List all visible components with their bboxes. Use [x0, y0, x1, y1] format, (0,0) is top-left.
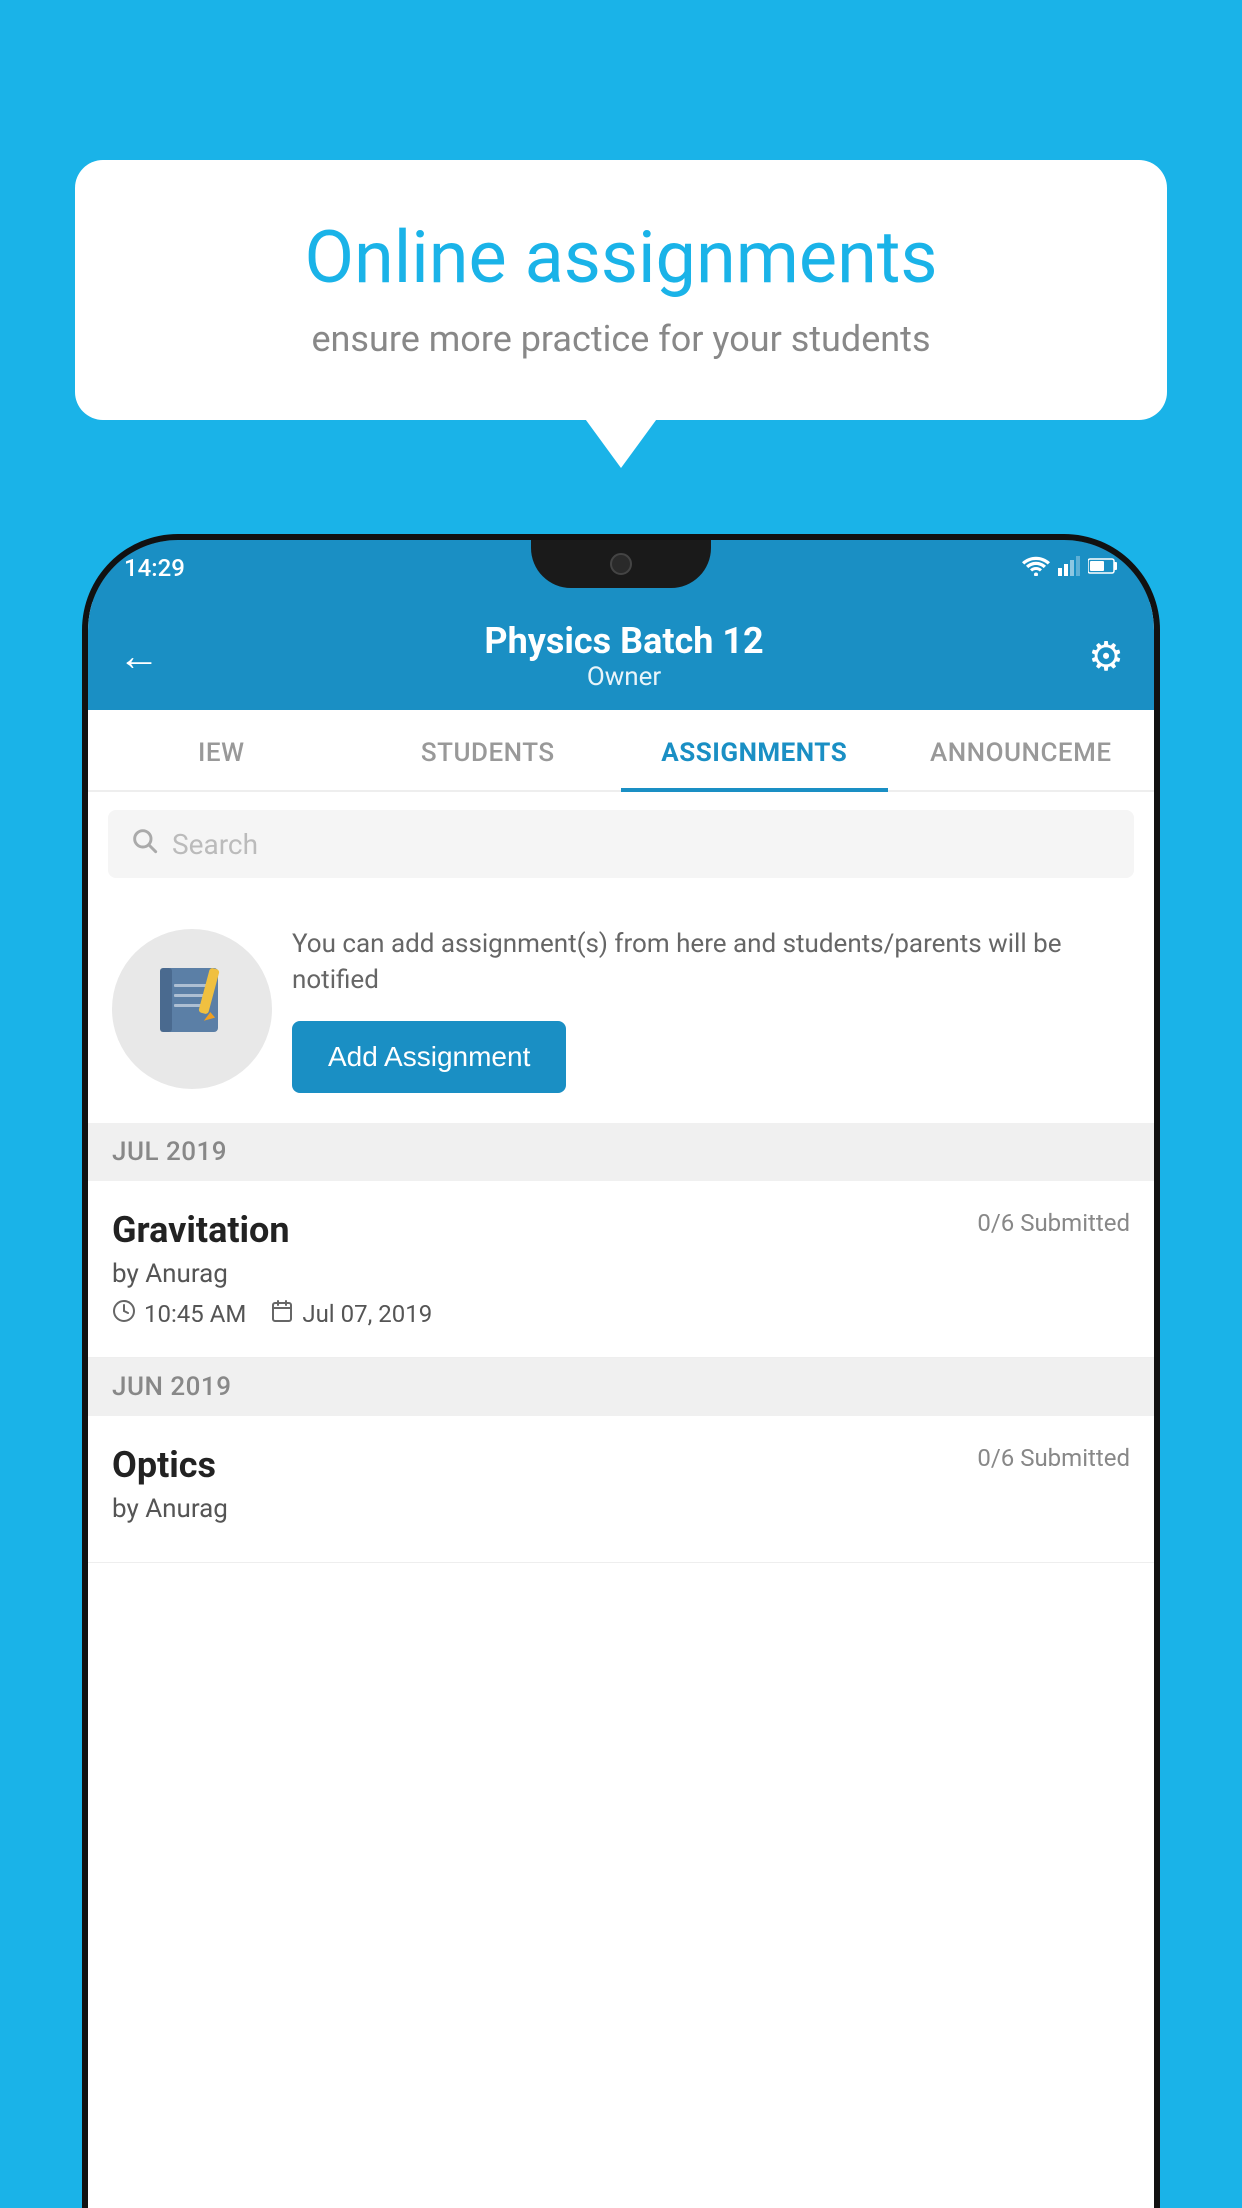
assignment-top: Gravitation 0/6 Submitted	[112, 1209, 1130, 1251]
status-bar: 14:29	[88, 540, 1154, 602]
app-screen: ← Physics Batch 12 Owner ⚙ IEW STUDENTS …	[88, 602, 1154, 2208]
assignment-by-optics: by Anurag	[112, 1494, 1130, 1524]
header-title: Physics Batch 12	[484, 620, 763, 662]
search-container: Search	[88, 792, 1154, 896]
phone-frame: 14:29	[88, 540, 1154, 2208]
tab-bar: IEW STUDENTS ASSIGNMENTS ANNOUNCEME	[88, 710, 1154, 792]
promo-card: You can add assignment(s) from here and …	[88, 896, 1154, 1123]
calendar-icon	[270, 1299, 294, 1329]
tab-students[interactable]: STUDENTS	[355, 710, 622, 790]
add-assignment-button[interactable]: Add Assignment	[292, 1021, 566, 1093]
assignment-submitted-optics: 0/6 Submitted	[977, 1444, 1130, 1472]
assignment-by: by Anurag	[112, 1259, 1130, 1289]
section-header-jul: JUL 2019	[88, 1123, 1154, 1181]
header-subtitle: Owner	[484, 662, 763, 692]
tab-announcements[interactable]: ANNOUNCEME	[888, 710, 1155, 790]
search-bar[interactable]: Search	[108, 810, 1134, 878]
date-value: Jul 07, 2019	[302, 1300, 432, 1328]
signal-icon	[1058, 556, 1080, 576]
assignment-name-optics: Optics	[112, 1444, 216, 1486]
app-header: ← Physics Batch 12 Owner ⚙	[88, 602, 1154, 710]
clock-icon	[112, 1299, 136, 1329]
battery-icon	[1088, 557, 1118, 575]
back-button[interactable]: ←	[118, 632, 160, 681]
search-placeholder: Search	[172, 828, 258, 861]
section-header-jun: JUN 2019	[88, 1358, 1154, 1416]
status-time: 14:29	[124, 556, 185, 580]
time-value: 10:45 AM	[144, 1300, 246, 1328]
promo-info: You can add assignment(s) from here and …	[292, 926, 1130, 1093]
notebook-icon	[152, 960, 232, 1058]
assignment-item-gravitation[interactable]: Gravitation 0/6 Submitted by Anurag 10:4…	[88, 1181, 1154, 1358]
tab-iew[interactable]: IEW	[88, 710, 355, 790]
assignment-time: 10:45 AM	[112, 1299, 246, 1329]
settings-button[interactable]: ⚙	[1088, 633, 1124, 680]
assignment-date: Jul 07, 2019	[270, 1299, 432, 1329]
assignment-top-optics: Optics 0/6 Submitted	[112, 1444, 1130, 1486]
promo-description: You can add assignment(s) from here and …	[292, 926, 1130, 999]
speech-bubble: Online assignments ensure more practice …	[75, 160, 1167, 420]
phone-notch	[531, 540, 711, 588]
assignment-meta: 10:45 AM Jul 07, 2019	[112, 1299, 1130, 1329]
tab-assignments[interactable]: ASSIGNMENTS	[621, 710, 888, 790]
assignment-name: Gravitation	[112, 1209, 290, 1251]
speech-bubble-container: Online assignments ensure more practice …	[75, 160, 1167, 420]
assignment-submitted: 0/6 Submitted	[977, 1209, 1130, 1237]
wifi-icon	[1022, 556, 1050, 576]
search-icon	[130, 826, 158, 862]
speech-bubble-title: Online assignments	[145, 215, 1097, 300]
notebook-svg	[152, 960, 232, 1040]
assignment-item-optics[interactable]: Optics 0/6 Submitted by Anurag	[88, 1416, 1154, 1563]
camera-dot	[610, 553, 632, 575]
promo-icon-circle	[112, 929, 272, 1089]
speech-bubble-subtitle: ensure more practice for your students	[145, 318, 1097, 360]
status-icons	[1022, 556, 1118, 576]
header-center: Physics Batch 12 Owner	[484, 620, 763, 692]
